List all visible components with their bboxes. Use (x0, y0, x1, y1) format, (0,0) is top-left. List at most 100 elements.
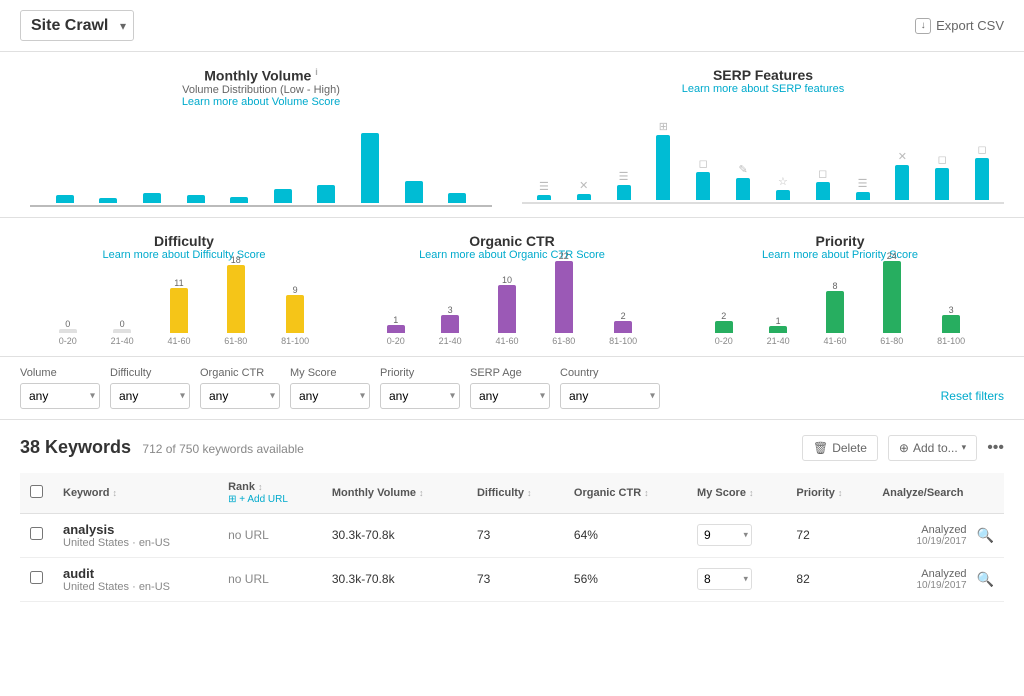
diff-bar-group-5: 9 81-100 (281, 285, 309, 346)
diff-bar-group-3: 11 41-60 (167, 278, 190, 346)
my-score-select-2[interactable]: 8 (697, 568, 752, 590)
country-filter-label: Country (560, 367, 660, 379)
country-filter-select[interactable]: any (560, 383, 660, 409)
site-crawl-select-wrapper[interactable]: Site Crawl (20, 10, 134, 41)
table-row: audit United States · en-US no URL 30.3k… (20, 557, 1004, 601)
bar (187, 195, 205, 203)
export-label: Export CSV (936, 18, 1004, 33)
country-filter-select-wrapper[interactable]: any (560, 383, 660, 409)
keyword-location-1: United States · en-US (63, 537, 208, 549)
monthly-volume-link[interactable]: Learn more about Volume Score (20, 96, 502, 108)
my-score-select-wrapper-2[interactable]: 8 (697, 568, 752, 590)
priority-filter-select[interactable]: any (380, 383, 460, 409)
keywords-table: Keyword ↕ Rank ↕ ⊞ + Add URL (20, 473, 1004, 602)
difficulty-link[interactable]: Learn more about Difficulty Score (20, 249, 348, 261)
add-url-header-link[interactable]: ⊞ + Add URL (228, 494, 288, 505)
diff-bar-4 (227, 265, 245, 333)
ctr-bar-1 (387, 325, 405, 333)
reset-filters-button[interactable]: Reset filters (941, 389, 1004, 409)
plus-icon: ⊕ (899, 441, 909, 455)
bar-group (448, 193, 466, 203)
diff-val-5: 9 (293, 285, 298, 295)
organic-ctr-filter-select-wrapper[interactable]: any (200, 383, 280, 409)
ctr-bar-3 (498, 285, 516, 333)
site-crawl-select[interactable]: Site Crawl (20, 10, 134, 41)
rank-sort-icon[interactable]: ↕ (258, 482, 263, 492)
my-score-select-wrapper-1[interactable]: 9 (697, 524, 752, 546)
export-csv-button[interactable]: ↓ Export CSV (915, 18, 1004, 34)
bar-group (230, 197, 248, 203)
diff-val-1: 0 (65, 319, 70, 329)
bar (230, 197, 248, 203)
diff-label-4: 61-80 (224, 336, 247, 346)
ctr-bar-group-2: 3 21-40 (439, 305, 462, 346)
priority-link[interactable]: Learn more about Priority Score (676, 249, 1004, 261)
keywords-section: 38 Keywords 712 of 750 keywords availabl… (0, 420, 1024, 602)
add-to-button[interactable]: ⊕ Add to... ▾ (888, 435, 977, 461)
search-icon-btn-2[interactable]: 🔍 (977, 571, 994, 588)
rank-cell-1: no URL (218, 513, 322, 557)
table-header-monthly-volume: Monthly Volume ↕ (322, 473, 467, 514)
diff-label-5: 81-100 (281, 336, 309, 346)
keyword-sort-icon[interactable]: ↕ (112, 488, 117, 498)
ctr-sort-icon[interactable]: ↕ (644, 488, 649, 498)
bar (56, 195, 74, 203)
diff-bar-group-2: 0 21-40 (111, 319, 134, 346)
diff-bar-1 (59, 329, 77, 333)
delete-button[interactable]: 🗑 Delete (802, 435, 878, 461)
difficulty-filter-select[interactable]: any (110, 383, 190, 409)
serp-features-title: SERP Features (522, 67, 1004, 83)
ms-sort-icon[interactable]: ↕ (749, 488, 754, 498)
volume-filter-label: Volume (20, 367, 100, 379)
my-score-filter-select-wrapper[interactable]: any (290, 383, 370, 409)
prio-bar-group-1: 2 0-20 (715, 311, 733, 346)
table-header-rank: Rank ↕ ⊞ + Add URL (218, 473, 322, 514)
ctr-bar-group-4: 22 61-80 (552, 251, 575, 346)
my-score-select-1[interactable]: 9 (697, 524, 752, 546)
table-header-checkbox (20, 473, 53, 514)
ctr-cell-2: 56% (564, 557, 687, 601)
row-checkbox-2[interactable] (30, 571, 43, 584)
prio-sort-icon[interactable]: ↕ (838, 488, 843, 498)
search-icon-btn-1[interactable]: 🔍 (977, 527, 994, 544)
serp-features-link[interactable]: Learn more about SERP features (522, 83, 1004, 95)
row-checkbox-cell-1 (20, 513, 53, 557)
organic-ctr-bars: 1 0-20 3 21-40 10 41-60 22 61-80 2 (348, 266, 676, 346)
diff-sort-icon[interactable]: ↕ (527, 488, 532, 498)
monthly-volume-subtitle: Volume Distribution (Low - High) (20, 84, 502, 96)
mv-cell-2: 30.3k-70.8k (322, 557, 467, 601)
more-options-button[interactable]: ••• (987, 439, 1004, 457)
difficulty-filter-select-wrapper[interactable]: any (110, 383, 190, 409)
priority-filter-select-wrapper[interactable]: any (380, 383, 460, 409)
serp-age-filter-select-wrapper[interactable]: any (470, 383, 550, 409)
my-score-filter-select[interactable]: any (290, 383, 370, 409)
bar-group (274, 189, 292, 203)
keywords-header: 38 Keywords 712 of 750 keywords availabl… (20, 435, 1004, 461)
serp-age-filter-group: SERP Age any (470, 367, 550, 409)
my-score-filter-group: My Score any (290, 367, 370, 409)
analyzed-area-1: Analyzed 10/19/2017 🔍 (882, 524, 994, 547)
bar (448, 193, 466, 203)
analyze-cell-2: Analyzed 10/19/2017 🔍 (872, 557, 1004, 601)
serp-age-filter-select[interactable]: any (470, 383, 550, 409)
difficulty-filter-group: Difficulty any (110, 367, 190, 409)
table-header-analyze: Analyze/Search (872, 473, 1004, 514)
keywords-actions: 🗑 Delete ⊕ Add to... ▾ ••• (802, 435, 1004, 461)
rank-cell-2: no URL (218, 557, 322, 601)
table-header-organic-ctr: Organic CTR ↕ (564, 473, 687, 514)
bar-group (187, 195, 205, 203)
bar-group (405, 181, 423, 203)
mv-sort-icon[interactable]: ↕ (419, 488, 424, 498)
volume-filter-select-wrapper[interactable]: any (20, 383, 100, 409)
volume-filter-select[interactable]: any (20, 383, 100, 409)
prio-bar-group-5: 3 81-100 (937, 305, 965, 346)
select-all-checkbox[interactable] (30, 485, 43, 498)
organic-ctr-link[interactable]: Learn more about Organic CTR Score (348, 249, 676, 261)
bar (274, 189, 292, 203)
my-score-cell-1: 9 (687, 513, 786, 557)
organic-ctr-filter-select[interactable]: any (200, 383, 280, 409)
prio-bar-2 (769, 326, 787, 333)
row-checkbox-1[interactable] (30, 527, 43, 540)
table-header-my-score: My Score ↕ (687, 473, 786, 514)
diff-bar-3 (170, 288, 188, 333)
